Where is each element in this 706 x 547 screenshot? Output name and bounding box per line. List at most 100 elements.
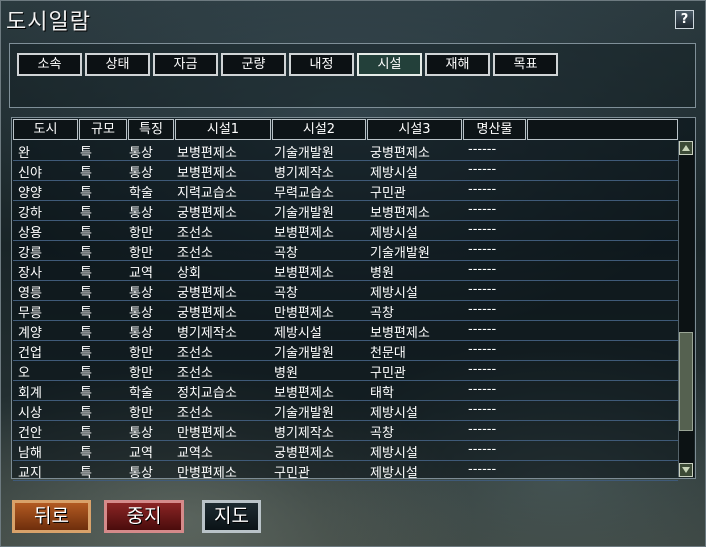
cell-specialty: ------ (468, 222, 497, 237)
cell-size: 특 (80, 246, 92, 261)
cell-specialty: ------ (468, 322, 497, 337)
cell-facility2: 기술개발원 (274, 346, 334, 361)
table-row[interactable]: 교지 특 통상 만병편제소 구민관 제방시설 ------ (13, 461, 678, 481)
cell-facility2: 보병편제소 (274, 226, 334, 241)
table-row[interactable]: 상용 특 항만 조선소 보병편제소 제방시설 ------ (13, 221, 678, 241)
cell-city: 완 (18, 146, 30, 161)
tab-provisions[interactable]: 군량 (221, 53, 286, 76)
cell-facility3: 제방시설 (370, 166, 418, 181)
cell-specialty: ------ (468, 242, 497, 257)
cell-facility3: 구민관 (370, 186, 406, 201)
cell-feature: 항만 (129, 246, 153, 261)
table-row[interactable]: 남해 특 교역 교역소 궁병편제소 제방시설 ------ (13, 441, 678, 461)
scroll-up-button[interactable] (679, 141, 693, 155)
cell-facility1: 조선소 (177, 226, 213, 241)
cell-facility2: 만병편제소 (274, 306, 334, 321)
cell-city: 상용 (18, 226, 42, 241)
cell-specialty: ------ (468, 422, 497, 437)
table-row[interactable]: 신야 특 통상 보병편제소 병기제작소 제방시설 ------ (13, 161, 678, 181)
tab-facilities[interactable]: 시설 (357, 53, 422, 76)
cell-city: 영릉 (18, 286, 42, 301)
cell-feature: 학술 (129, 386, 153, 401)
cell-facility3: 구민관 (370, 366, 406, 381)
cell-city: 남해 (18, 446, 42, 461)
tab-disaster[interactable]: 재해 (425, 53, 490, 76)
cell-facility3: 천문대 (370, 346, 406, 361)
column-header-size[interactable]: 규모 (79, 119, 127, 140)
cell-specialty: ------ (468, 362, 497, 377)
tab-funds[interactable]: 자금 (153, 53, 218, 76)
cell-facility3: 제방시설 (370, 466, 418, 481)
cell-specialty: ------ (468, 442, 497, 457)
cell-specialty: ------ (468, 302, 497, 317)
scroll-down-button[interactable] (679, 463, 693, 477)
column-header-facility1[interactable]: 시설1 (175, 119, 271, 140)
table-row[interactable]: 영릉 특 통상 궁병편제소 곡창 제방시설 ------ (13, 281, 678, 301)
cell-city: 오 (18, 366, 30, 381)
scrollbar-thumb[interactable] (679, 331, 693, 431)
cell-facility2: 병기제작소 (274, 426, 334, 441)
cell-size: 특 (80, 326, 92, 341)
cell-size: 특 (80, 406, 92, 421)
window-title: 도시일람 (6, 10, 91, 35)
cell-feature: 통상 (129, 326, 153, 341)
cell-facility1: 지력교습소 (177, 186, 237, 201)
cell-facility2: 곡창 (274, 246, 298, 261)
column-header-facility2[interactable]: 시설2 (272, 119, 366, 140)
table-row[interactable]: 완 특 통상 보병편제소 기술개발원 궁병편제소 ------ (13, 141, 678, 161)
cell-facility2: 병원 (274, 366, 298, 381)
cell-size: 특 (80, 206, 92, 221)
column-header-blank (527, 119, 678, 140)
column-header-facility3[interactable]: 시설3 (367, 119, 462, 140)
back-button[interactable]: 뒤로 (12, 500, 91, 533)
table-row[interactable]: 건업 특 항만 조선소 기술개발원 천문대 ------ (13, 341, 678, 361)
table-row[interactable]: 계양 특 통상 병기제작소 제방시설 보병편제소 ------ (13, 321, 678, 341)
table-row[interactable]: 회계 특 학술 정치교습소 보병편제소 태학 ------ (13, 381, 678, 401)
table-row[interactable]: 강하 특 통상 궁병편제소 기술개발원 보병편제소 ------ (13, 201, 678, 221)
cell-specialty: ------ (468, 262, 497, 277)
cell-facility1: 궁병편제소 (177, 306, 237, 321)
cell-specialty: ------ (468, 162, 497, 177)
help-button[interactable]: ? (675, 10, 694, 29)
cell-facility1: 상회 (177, 266, 201, 281)
table-row[interactable]: 강릉 특 항만 조선소 곡창 기술개발원 ------ (13, 241, 678, 261)
cell-city: 계양 (18, 326, 42, 341)
tab-domestic[interactable]: 내정 (289, 53, 354, 76)
cell-feature: 항만 (129, 366, 153, 381)
cell-facility1: 교역소 (177, 446, 213, 461)
tab-affiliation[interactable]: 소속 (17, 53, 82, 76)
cell-specialty: ------ (468, 282, 497, 297)
tab-status[interactable]: 상태 (85, 53, 150, 76)
cell-size: 특 (80, 146, 92, 161)
column-header-city[interactable]: 도시 (13, 119, 78, 140)
arrow-up-icon (682, 145, 690, 151)
stop-button[interactable]: 중지 (104, 500, 184, 533)
cell-size: 특 (80, 366, 92, 381)
table-row[interactable]: 무릉 특 통상 궁병편제소 만병편제소 곡창 ------ (13, 301, 678, 321)
table-row[interactable]: 장사 특 교역 상회 보병편제소 병원 ------ (13, 261, 678, 281)
cell-specialty: ------ (468, 142, 497, 157)
column-header-feature[interactable]: 특징 (128, 119, 174, 140)
cell-feature: 통상 (129, 286, 153, 301)
map-button[interactable]: 지도 (202, 500, 261, 533)
cell-facility3: 곡창 (370, 426, 394, 441)
table-row[interactable]: 양양 특 학술 지력교습소 무력교습소 구민관 ------ (13, 181, 678, 201)
cell-facility3: 제방시설 (370, 446, 418, 461)
cell-size: 특 (80, 466, 92, 481)
table-row[interactable]: 오 특 항만 조선소 병원 구민관 ------ (13, 361, 678, 381)
cell-feature: 통상 (129, 206, 153, 221)
table-row[interactable]: 건안 특 통상 만병편제소 병기제작소 곡창 ------ (13, 421, 678, 441)
tab-goal[interactable]: 목표 (493, 53, 558, 76)
cell-facility3: 병원 (370, 266, 394, 281)
column-header-specialty[interactable]: 명산물 (463, 119, 526, 140)
cell-facility3: 제방시설 (370, 406, 418, 421)
cell-feature: 항만 (129, 346, 153, 361)
cell-facility2: 기술개발원 (274, 406, 334, 421)
cell-facility1: 조선소 (177, 246, 213, 261)
table-row[interactable]: 시상 특 항만 조선소 기술개발원 제방시설 ------ (13, 401, 678, 421)
cell-city: 교지 (18, 466, 42, 481)
cell-facility3: 보병편제소 (370, 206, 430, 221)
cell-size: 특 (80, 166, 92, 181)
cell-facility1: 궁병편제소 (177, 206, 237, 221)
cell-feature: 통상 (129, 166, 153, 181)
